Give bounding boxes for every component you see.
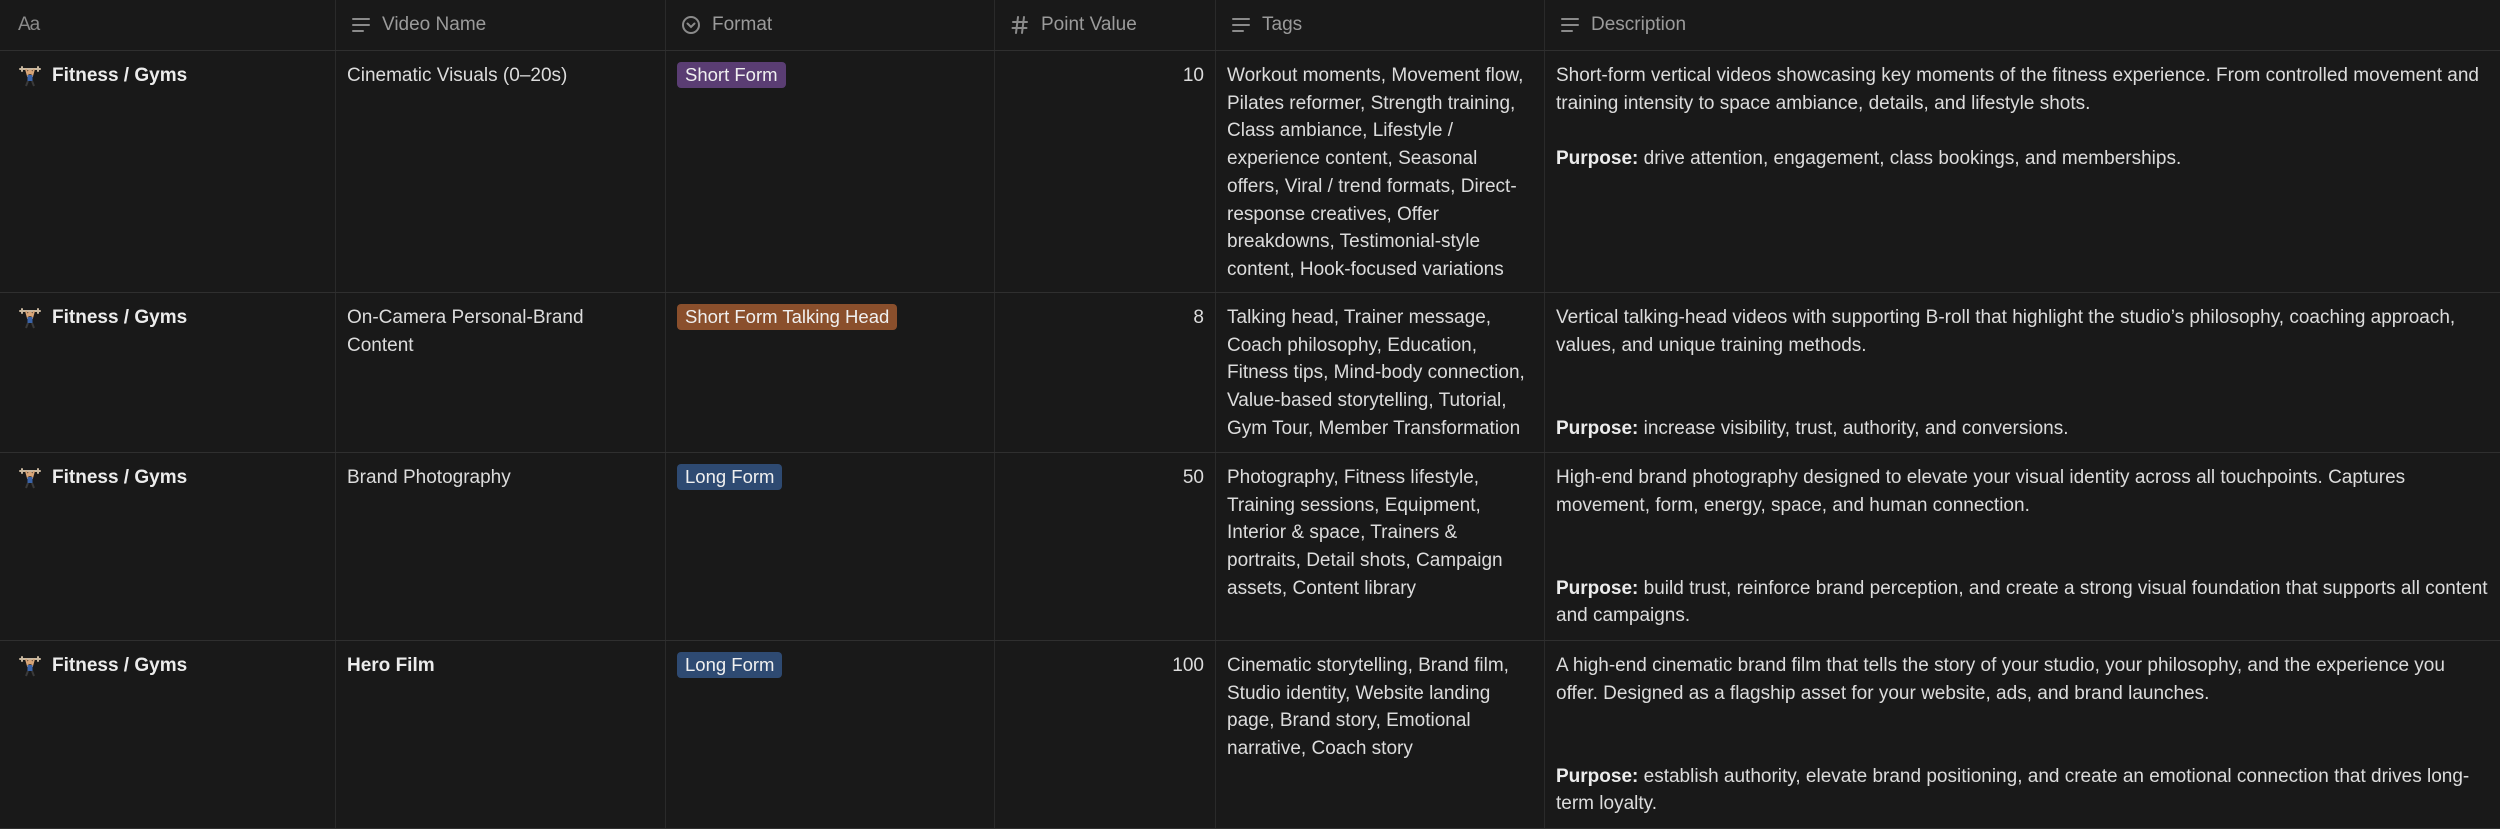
column-header-name[interactable]: Aa (0, 0, 336, 50)
purpose-text: drive attention, engagement, class booki… (1643, 148, 2182, 170)
table-row[interactable]: Fitness / Gyms On-Camera Personal-Brand … (0, 293, 2500, 453)
purpose-label: Purpose: (1556, 148, 1639, 170)
description-intro: Short-form vertical videos showcasing ke… (1556, 65, 2479, 114)
tags-cell[interactable]: Workout moments, Movement flow, Pilates … (1216, 51, 1545, 292)
description-cell[interactable]: Vertical talking-head videos with suppor… (1545, 293, 2500, 452)
description-intro: High-end brand photography designed to e… (1556, 467, 2406, 516)
video-name-cell[interactable]: Cinematic Visuals (0–20s) (336, 51, 666, 292)
format-tag: Long Form (677, 464, 783, 490)
format-tag: Short Form (677, 62, 786, 88)
tags-cell[interactable]: Photography, Fitness lifestyle, Training… (1216, 453, 1545, 640)
description-cell[interactable]: Short-form vertical videos showcasing ke… (1545, 51, 2500, 292)
format-cell[interactable]: Long Form (666, 453, 995, 640)
description-purpose: Purpose: drive attention, engagement, cl… (1556, 145, 2489, 173)
purpose-text: increase visibility, trust, authority, a… (1643, 417, 2069, 439)
format-cell[interactable]: Short Form (666, 51, 995, 292)
description-intro: A high-end cinematic brand film that tel… (1556, 655, 2445, 704)
description-purpose: Purpose: increase visibility, trust, aut… (1556, 415, 2489, 443)
video-name-cell[interactable]: On-Camera Personal-Brand Content (336, 293, 666, 452)
description-cell[interactable]: High-end brand photography designed to e… (1545, 453, 2500, 640)
table-row[interactable]: Fitness / Gyms Brand Photography Long Fo… (0, 453, 2500, 641)
name-cell[interactable]: Fitness / Gyms (0, 51, 336, 292)
database-table: Aa Video Name Format Point Value Tags De… (0, 0, 2500, 829)
column-header-description[interactable]: Description (1545, 0, 2500, 50)
row-title: Fitness / Gyms (52, 655, 188, 676)
tags-cell[interactable]: Talking head, Trainer message, Coach phi… (1216, 293, 1545, 452)
column-label: Description (1591, 14, 1687, 35)
row-title: Fitness / Gyms (52, 307, 188, 328)
title-icon: Aa (18, 14, 40, 35)
column-label: Format (712, 14, 773, 35)
description-purpose: Purpose: build trust, reinforce brand pe… (1556, 575, 2489, 630)
video-name-cell[interactable]: Hero Film (336, 641, 666, 828)
purpose-label: Purpose: (1556, 577, 1639, 599)
purpose-label: Purpose: (1556, 765, 1639, 787)
point-value-cell[interactable]: 8 (995, 293, 1216, 452)
point-value-cell[interactable]: 10 (995, 51, 1216, 292)
column-header-tags[interactable]: Tags (1216, 0, 1545, 50)
format-cell[interactable]: Short Form Talking Head (666, 293, 995, 452)
format-tag: Long Form (677, 652, 783, 678)
weightlifter-emoji-icon (19, 308, 41, 329)
weightlifter-emoji-icon (19, 656, 41, 677)
purpose-text: establish authority, elevate brand posit… (1556, 765, 2470, 815)
name-cell[interactable]: Fitness / Gyms (0, 453, 336, 640)
name-cell[interactable]: Fitness / Gyms (0, 641, 336, 828)
format-cell[interactable]: Long Form (666, 641, 995, 828)
column-label: Video Name (382, 14, 487, 35)
hash-icon (1009, 14, 1031, 36)
select-circle-icon (680, 14, 702, 36)
text-lines-icon (1559, 14, 1581, 36)
table-row[interactable]: Fitness / Gyms Cinematic Visuals (0–20s)… (0, 51, 2500, 293)
column-label: Point Value (1041, 14, 1137, 35)
column-header-video-name[interactable]: Video Name (336, 0, 666, 50)
video-name-cell[interactable]: Brand Photography (336, 453, 666, 640)
weightlifter-emoji-icon (19, 66, 41, 87)
row-title: Fitness / Gyms (52, 65, 188, 86)
table-header: Aa Video Name Format Point Value Tags De… (0, 0, 2500, 51)
column-header-format[interactable]: Format (666, 0, 995, 50)
column-header-point-value[interactable]: Point Value (995, 0, 1216, 50)
row-title: Fitness / Gyms (52, 467, 188, 488)
description-intro: Vertical talking-head videos with suppor… (1556, 307, 2456, 356)
tags-cell[interactable]: Cinematic storytelling, Brand film, Stud… (1216, 641, 1545, 828)
purpose-label: Purpose: (1556, 417, 1639, 439)
point-value-cell[interactable]: 100 (995, 641, 1216, 828)
weightlifter-emoji-icon (19, 468, 41, 489)
format-tag: Short Form Talking Head (677, 304, 898, 330)
purpose-text: build trust, reinforce brand perception,… (1556, 577, 2488, 627)
column-label: Tags (1262, 14, 1303, 35)
name-cell[interactable]: Fitness / Gyms (0, 293, 336, 452)
text-lines-icon (350, 14, 372, 36)
description-cell[interactable]: A high-end cinematic brand film that tel… (1545, 641, 2500, 828)
description-purpose: Purpose: establish authority, elevate br… (1556, 763, 2489, 818)
table-row[interactable]: Fitness / Gyms Hero Film Long Form 100 C… (0, 641, 2500, 829)
text-lines-icon (1230, 14, 1252, 36)
point-value-cell[interactable]: 50 (995, 453, 1216, 640)
